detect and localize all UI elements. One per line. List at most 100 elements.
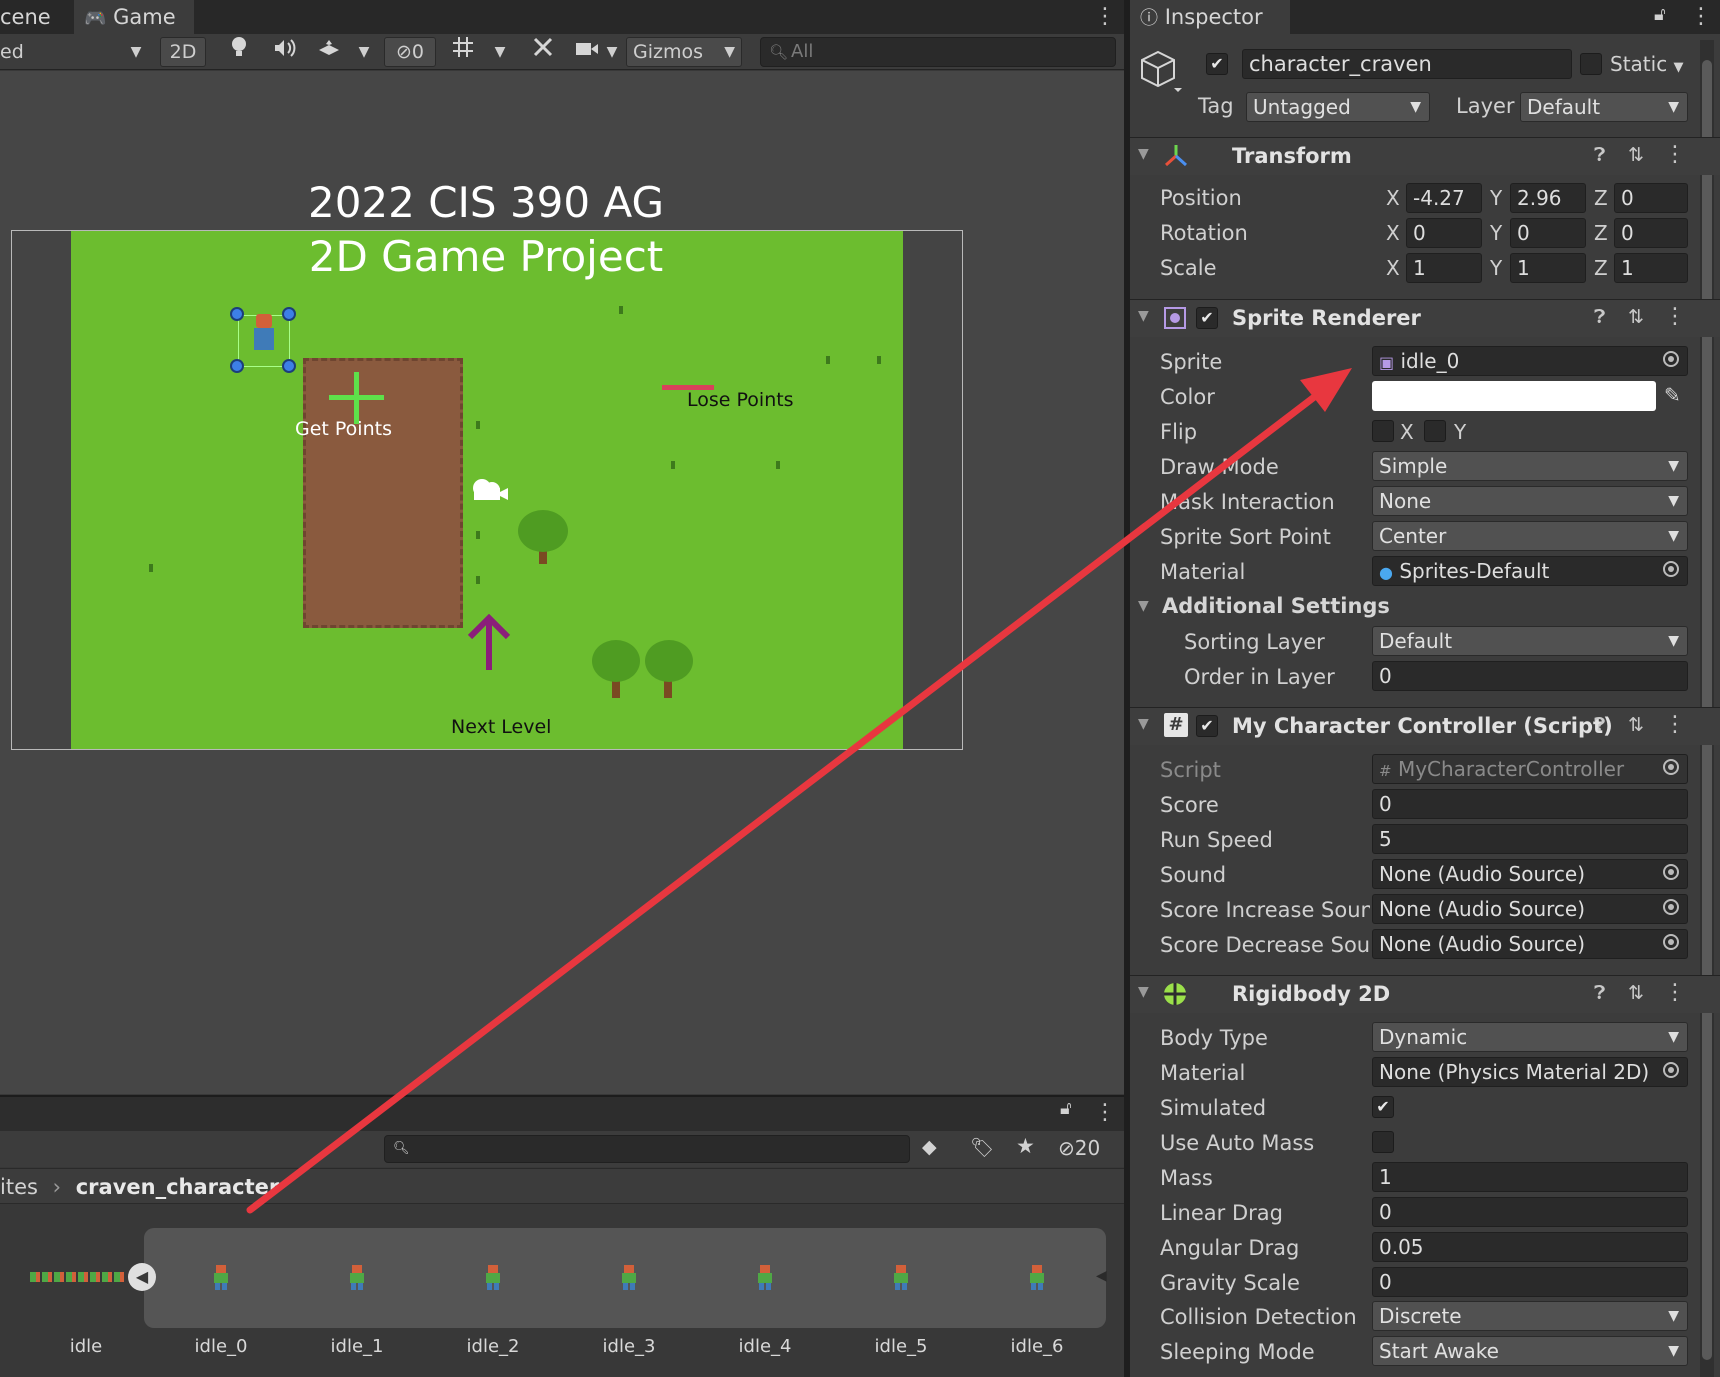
help-icon[interactable]: ❓︎ [1594, 714, 1605, 736]
position-y-field[interactable]: 2.96 [1510, 183, 1586, 213]
mass-field[interactable]: 1 [1372, 1162, 1688, 1192]
sprite-thumbnail[interactable] [886, 1262, 916, 1292]
scale-z-field[interactable]: 1 [1614, 253, 1688, 283]
tab-game[interactable]: 🎮 Game [74, 0, 194, 34]
position-z-field[interactable]: 0 [1614, 183, 1688, 213]
foldout-arrow-icon[interactable]: ▼ [1138, 598, 1149, 614]
filter-type-icon[interactable]: ◆ [922, 1136, 937, 1158]
lock-icon[interactable]: 🔓︎ [1060, 1098, 1072, 1119]
object-picker-icon[interactable] [1663, 1062, 1679, 1078]
breadcrumb-current[interactable]: craven_character [76, 1175, 280, 1199]
flip-y-checkbox[interactable] [1424, 420, 1446, 442]
object-picker-icon[interactable] [1663, 934, 1679, 950]
sprite-label[interactable]: idle_6 [987, 1336, 1087, 1357]
sprite-object-field[interactable]: ▣ idle_0 [1372, 346, 1688, 376]
toggle-2d-button[interactable]: 2D [160, 37, 206, 67]
preset-icon[interactable]: ⇅ [1628, 714, 1644, 736]
hidden-objects-toggle[interactable]: ⊘0 [384, 37, 436, 67]
sprite-renderer-enabled-checkbox[interactable]: ✔ [1196, 307, 1218, 329]
grid-caret-icon[interactable]: ▼ [488, 34, 512, 70]
sprite-label[interactable]: idle_0 [171, 1336, 271, 1357]
sprite-thumbnail[interactable] [342, 1262, 372, 1292]
sorting-layer-dropdown[interactable]: Default ▼ [1372, 626, 1688, 656]
position-x-field[interactable]: -4.27 [1406, 183, 1482, 213]
simulated-checkbox[interactable]: ✔ [1372, 1096, 1394, 1118]
favorite-star-icon[interactable]: ★ [1016, 1134, 1035, 1158]
physics-material-field[interactable]: None (Physics Material 2D) [1372, 1057, 1688, 1087]
sprite-label[interactable]: idle_4 [715, 1336, 815, 1357]
effects-icon[interactable] [312, 34, 346, 70]
object-picker-icon[interactable] [1663, 864, 1679, 880]
sprite-label[interactable]: idle_1 [307, 1336, 407, 1357]
gizmos-dropdown[interactable]: Gizmos ▼ [626, 37, 742, 67]
lock-icon[interactable]: 🔓︎ [1654, 4, 1666, 25]
body-type-dropdown[interactable]: Dynamic ▼ [1372, 1022, 1688, 1052]
flip-x-checkbox[interactable] [1372, 420, 1394, 442]
project-menu-icon[interactable]: ⋮ [1094, 1096, 1116, 1130]
object-name-field[interactable]: character_craven [1242, 49, 1572, 79]
foldout-arrow-icon[interactable]: ▼ [1138, 308, 1149, 324]
preset-icon[interactable]: ⇅ [1628, 982, 1644, 1004]
selection-handle[interactable] [282, 307, 296, 321]
run-speed-field[interactable]: 5 [1372, 824, 1688, 854]
score-decrease-sound-field[interactable]: None (Audio Source) [1372, 929, 1688, 959]
help-icon[interactable]: ❓︎ [1594, 306, 1605, 328]
sprite-thumbnail[interactable] [614, 1262, 644, 1292]
rotation-z-field[interactable]: 0 [1614, 218, 1688, 248]
sprite-thumbnail[interactable] [1022, 1262, 1052, 1292]
preset-icon[interactable]: ⇅ [1628, 144, 1644, 166]
collapse-left-icon[interactable]: ◀ [128, 1263, 156, 1291]
static-checkbox[interactable] [1580, 53, 1602, 75]
help-icon[interactable]: ❓︎ [1594, 144, 1605, 166]
sprite-thumbnail[interactable] [750, 1262, 780, 1292]
foldout-arrow-icon[interactable]: ▼ [1138, 146, 1149, 162]
gravity-scale-field[interactable]: 0 [1372, 1267, 1688, 1297]
sprite-sort-point-dropdown[interactable]: Center ▼ [1372, 521, 1688, 551]
sprite-label[interactable]: idle_2 [443, 1336, 543, 1357]
use-auto-mass-checkbox[interactable] [1372, 1131, 1394, 1153]
component-menu-icon[interactable]: ⋮ [1664, 708, 1686, 742]
effects-caret-icon[interactable]: ▼ [352, 34, 376, 70]
foldout-arrow-icon[interactable]: ▼ [1138, 984, 1149, 1000]
controller-enabled-checkbox[interactable]: ✔ [1196, 715, 1218, 737]
static-dropdown[interactable]: Static ▼ [1610, 52, 1684, 76]
sprite-label[interactable]: idle [36, 1336, 136, 1357]
additional-settings-foldout[interactable]: Additional Settings [1162, 594, 1390, 618]
order-in-layer-field[interactable]: 0 [1372, 661, 1688, 691]
angular-drag-field[interactable]: 0.05 [1372, 1232, 1688, 1262]
object-picker-icon[interactable] [1663, 351, 1679, 367]
draw-mode-dropdown[interactable]: Simple ▼ [1372, 451, 1688, 481]
rotation-y-field[interactable]: 0 [1510, 218, 1586, 248]
help-icon[interactable]: ❓︎ [1594, 982, 1605, 1004]
sound-object-field[interactable]: None (Audio Source) [1372, 859, 1688, 889]
tab-scene[interactable]: cene [0, 0, 61, 34]
inspector-menu-icon[interactable]: ⋮ [1690, 0, 1712, 34]
lighting-icon[interactable] [222, 34, 256, 70]
object-picker-icon[interactable] [1663, 561, 1679, 577]
scale-x-field[interactable]: 1 [1406, 253, 1482, 283]
project-search-input[interactable]: 🔍︎ [384, 1135, 910, 1163]
selection-handle[interactable] [230, 307, 244, 321]
sleeping-mode-dropdown[interactable]: Start Awake ▼ [1372, 1336, 1688, 1366]
breadcrumb-parent[interactable]: ites [0, 1175, 38, 1199]
audio-icon[interactable] [268, 34, 302, 70]
hidden-assets-toggle[interactable]: ⊘20 [1058, 1136, 1100, 1160]
label-tag-icon[interactable]: 🏷︎ [970, 1136, 994, 1159]
component-menu-icon[interactable]: ⋮ [1664, 138, 1686, 172]
color-swatch[interactable] [1372, 381, 1656, 411]
object-picker-icon[interactable] [1663, 899, 1679, 915]
tab-inspector[interactable]: ⓘ Inspector [1130, 0, 1290, 34]
sprite-thumbnail[interactable] [206, 1262, 236, 1292]
rotation-x-field[interactable]: 0 [1406, 218, 1482, 248]
eyedropper-icon[interactable]: ✎ [1664, 383, 1681, 407]
score-field[interactable]: 0 [1372, 789, 1688, 819]
collision-detection-dropdown[interactable]: Discrete ▼ [1372, 1301, 1688, 1331]
scene-search-input[interactable]: 🔍︎ All [760, 37, 1116, 67]
selection-handle[interactable] [230, 359, 244, 373]
tag-dropdown[interactable]: Untagged ▼ [1246, 92, 1430, 122]
material-object-field[interactable]: ● Sprites-Default [1372, 556, 1688, 586]
grid-icon[interactable] [446, 34, 480, 70]
draw-mode-caret-icon[interactable]: ▼ [124, 34, 148, 70]
layer-dropdown[interactable]: Default ▼ [1520, 92, 1688, 122]
sprite-label[interactable]: idle_3 [579, 1336, 679, 1357]
